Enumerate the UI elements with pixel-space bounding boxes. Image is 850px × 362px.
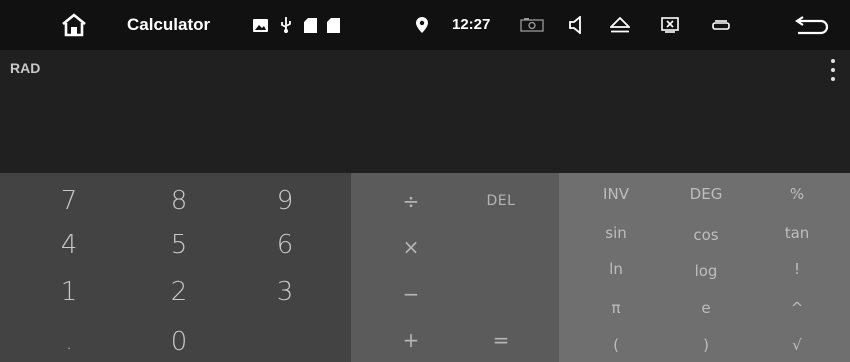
square-root-button[interactable]: √ bbox=[757, 328, 837, 362]
divide-button[interactable]: ÷ bbox=[371, 182, 451, 220]
decimal-point-button[interactable]: . bbox=[24, 323, 114, 361]
digit-7-button[interactable]: 7 bbox=[24, 182, 114, 220]
digit-5-button[interactable]: 5 bbox=[134, 226, 224, 264]
digit-9-button[interactable]: 9 bbox=[240, 182, 330, 220]
cos-button[interactable]: cos bbox=[666, 218, 746, 252]
plus-button[interactable]: + bbox=[371, 321, 451, 359]
close-window-icon[interactable] bbox=[655, 0, 685, 50]
digit-0-button[interactable]: 0 bbox=[134, 323, 224, 361]
equals-button[interactable]: = bbox=[461, 321, 541, 359]
calculator-screen: Calculator 12:27 RAD 7 8 9 4 5 6 1 2 3 .… bbox=[0, 0, 850, 362]
percent-button[interactable]: % bbox=[757, 177, 837, 211]
usb-icon bbox=[275, 0, 297, 50]
volume-icon[interactable] bbox=[562, 0, 590, 50]
home-icon[interactable] bbox=[52, 0, 96, 50]
app-title: Calculator bbox=[127, 15, 211, 34]
display-area: RAD bbox=[0, 50, 850, 173]
status-bar: Calculator 12:27 bbox=[0, 0, 850, 50]
degree-mode-button[interactable]: DEG bbox=[666, 177, 746, 211]
back-icon[interactable] bbox=[790, 0, 834, 50]
angle-mode-indicator: RAD bbox=[10, 60, 41, 76]
factorial-button[interactable]: ! bbox=[757, 252, 837, 286]
open-paren-button[interactable]: ( bbox=[576, 328, 656, 362]
inverse-button[interactable]: INV bbox=[576, 177, 656, 211]
location-pin-icon bbox=[412, 0, 432, 50]
euler-e-button[interactable]: e bbox=[666, 291, 746, 325]
digit-2-button[interactable]: 2 bbox=[134, 273, 224, 311]
eject-icon[interactable] bbox=[606, 0, 634, 50]
digit-6-button[interactable]: 6 bbox=[240, 226, 330, 264]
image-icon bbox=[249, 0, 271, 50]
clock: 12:27 bbox=[452, 16, 491, 33]
log-button[interactable]: log bbox=[666, 254, 746, 288]
minus-button[interactable]: − bbox=[371, 275, 451, 313]
close-paren-button[interactable]: ) bbox=[666, 328, 746, 362]
tan-button[interactable]: tan bbox=[757, 216, 837, 250]
recent-apps-icon[interactable] bbox=[706, 0, 736, 50]
digit-4-button[interactable]: 4 bbox=[24, 226, 114, 264]
power-button[interactable]: ^ bbox=[757, 291, 837, 325]
pi-button[interactable]: π bbox=[576, 291, 656, 325]
digit-8-button[interactable]: 8 bbox=[134, 182, 224, 220]
sd-card-icon bbox=[322, 0, 344, 50]
multiply-button[interactable]: × bbox=[371, 228, 451, 266]
digit-1-button[interactable]: 1 bbox=[24, 273, 114, 311]
sd-card-icon bbox=[299, 0, 321, 50]
advanced-function-pad: INV DEG % sin cos tan ln log ! π e ^ ( )… bbox=[559, 173, 850, 362]
sin-button[interactable]: sin bbox=[576, 216, 656, 250]
delete-button[interactable]: DEL bbox=[461, 182, 541, 220]
digit-3-button[interactable]: 3 bbox=[240, 273, 330, 311]
overflow-menu-icon[interactable] bbox=[828, 59, 838, 81]
operator-pad: ÷ DEL × − + = bbox=[351, 173, 559, 362]
ln-button[interactable]: ln bbox=[576, 252, 656, 286]
screenshot-icon[interactable] bbox=[516, 0, 548, 50]
number-pad: 7 8 9 4 5 6 1 2 3 . 0 bbox=[0, 173, 351, 362]
